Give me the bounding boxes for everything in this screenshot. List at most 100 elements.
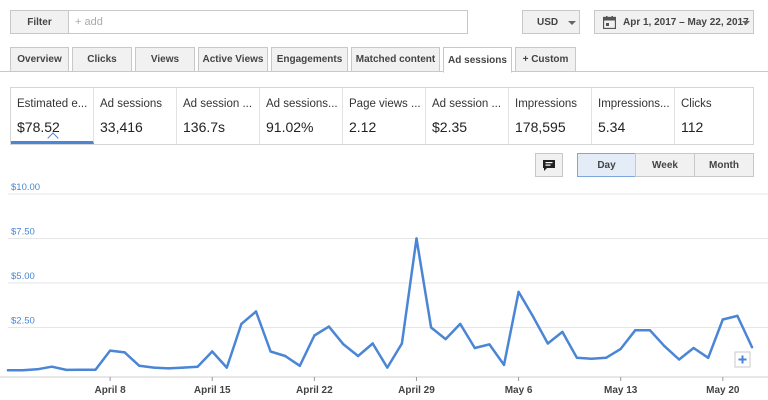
metric-label: Page views ... bbox=[349, 98, 421, 110]
data-point bbox=[386, 366, 389, 369]
metric-value: 112 bbox=[681, 119, 704, 135]
data-point bbox=[721, 318, 724, 321]
data-point bbox=[356, 354, 360, 358]
data-point bbox=[123, 351, 126, 354]
metric-card[interactable]: Estimated e... $78.52 bbox=[11, 88, 94, 144]
tab-views[interactable]: Views bbox=[135, 47, 195, 72]
granularity-label: Month bbox=[709, 159, 739, 171]
data-point bbox=[152, 366, 156, 369]
y-tick-label: $10.00 bbox=[11, 182, 40, 193]
data-point bbox=[94, 368, 97, 371]
tab-engagements[interactable]: Engagements bbox=[271, 47, 348, 72]
data-point bbox=[634, 329, 637, 332]
data-point bbox=[532, 315, 535, 318]
data-point bbox=[459, 322, 462, 326]
tab-ad-sessions[interactable]: Ad sessions bbox=[443, 47, 512, 73]
metric-value: 91.02% bbox=[266, 119, 314, 135]
filter-input[interactable]: + add bbox=[68, 10, 468, 34]
metric-value: 136.7s bbox=[183, 119, 226, 135]
granularity-label: Day bbox=[597, 159, 616, 171]
metric-value: $2.35 bbox=[432, 119, 468, 135]
tab-matched-content[interactable]: Matched content bbox=[351, 47, 440, 72]
data-point bbox=[707, 356, 710, 359]
metric-card[interactable]: Page views ... 2.12 bbox=[343, 88, 426, 144]
data-point bbox=[488, 343, 491, 346]
zoom-button[interactable] bbox=[734, 351, 751, 368]
granularity-month-button[interactable]: Month bbox=[694, 153, 754, 177]
metric-card[interactable]: Ad session ... $2.35 bbox=[426, 88, 509, 144]
tab-clicks[interactable]: Clicks bbox=[72, 47, 132, 72]
granularity-day-button[interactable]: Day bbox=[577, 153, 636, 177]
data-point bbox=[429, 326, 433, 329]
data-point bbox=[473, 346, 476, 350]
metric-card[interactable]: Impressions 178,595 bbox=[509, 88, 592, 144]
tab-label: Engagements bbox=[276, 54, 343, 65]
x-tick-label: April 15 bbox=[194, 385, 231, 396]
tab-active-views[interactable]: Active Views bbox=[198, 47, 268, 72]
metric-card[interactable]: Impressions... 5.34 bbox=[592, 88, 675, 144]
date-range-picker[interactable]: Apr 1, 2017 – May 22, 2017 bbox=[594, 10, 754, 34]
metric-value: 178,595 bbox=[515, 119, 566, 135]
data-point bbox=[196, 365, 199, 368]
y-tick-label: $5.00 bbox=[11, 271, 35, 282]
annotations-button[interactable] bbox=[535, 153, 563, 177]
tab-label: Clicks bbox=[87, 54, 117, 65]
filter-placeholder: + add bbox=[75, 16, 103, 28]
data-point bbox=[677, 358, 681, 361]
metric-label: Ad sessions... bbox=[266, 98, 338, 110]
data-point bbox=[736, 314, 739, 318]
metrics-bar: Estimated e... $78.52 Ad sessions 33,416… bbox=[10, 87, 754, 145]
data-point bbox=[517, 290, 520, 294]
metric-label: Ad session ... bbox=[183, 98, 253, 110]
metric-card[interactable]: Ad sessions 33,416 bbox=[94, 88, 177, 144]
data-point bbox=[50, 365, 53, 368]
calendar-icon bbox=[603, 16, 616, 29]
y-tick-label: $7.50 bbox=[11, 227, 35, 238]
tab-label: + Custom bbox=[522, 54, 569, 65]
metric-value: $78.52 bbox=[17, 119, 60, 135]
granularity-label: Week bbox=[652, 159, 678, 171]
data-point bbox=[108, 349, 112, 352]
metric-label: Ad sessions bbox=[100, 98, 163, 110]
metric-value: 5.34 bbox=[598, 119, 626, 135]
metric-value: 33,416 bbox=[100, 119, 143, 135]
data-point bbox=[502, 363, 506, 367]
data-point bbox=[342, 343, 345, 346]
tab-overview[interactable]: Overview bbox=[10, 47, 69, 72]
data-point bbox=[79, 368, 83, 371]
metric-label: Estimated e... bbox=[17, 98, 88, 110]
data-point bbox=[575, 356, 579, 359]
tab-label: Overview bbox=[17, 54, 62, 65]
data-point bbox=[444, 337, 447, 341]
granularity-week-button[interactable]: Week bbox=[635, 153, 695, 177]
currency-select[interactable]: USD bbox=[522, 10, 580, 34]
filter-label: Filter bbox=[27, 16, 52, 28]
data-point bbox=[167, 367, 170, 370]
data-point bbox=[225, 366, 228, 369]
data-point bbox=[561, 330, 564, 334]
data-point bbox=[269, 350, 272, 353]
data-point bbox=[604, 356, 608, 359]
x-tick-label: May 6 bbox=[505, 385, 533, 396]
data-point bbox=[400, 342, 404, 345]
metric-card[interactable]: Clicks 112 bbox=[675, 88, 753, 144]
filter-button[interactable]: Filter bbox=[10, 10, 68, 34]
x-tick-label: April 29 bbox=[398, 385, 435, 396]
data-point bbox=[181, 366, 185, 369]
y-tick-label: $2.50 bbox=[11, 316, 35, 327]
metric-card[interactable]: Ad session ... 136.7s bbox=[177, 88, 260, 144]
tab-label: Views bbox=[150, 54, 180, 65]
x-tick-label: April 8 bbox=[95, 385, 127, 396]
data-point bbox=[546, 342, 549, 345]
tab-custom[interactable]: + Custom bbox=[515, 47, 576, 72]
metric-card[interactable]: Ad sessions... 91.02% bbox=[260, 88, 343, 144]
data-point bbox=[619, 347, 622, 351]
line-chart: $2.50 $5.00 $7.50 $10.00 April 8 April 15 Apr… bbox=[0, 182, 768, 396]
x-tick-label: May 13 bbox=[604, 385, 638, 396]
data-point bbox=[6, 369, 10, 372]
data-point bbox=[284, 354, 287, 358]
data-point bbox=[415, 237, 418, 240]
data-point bbox=[313, 334, 316, 337]
tab-label: Active Views bbox=[202, 54, 264, 65]
metric-label: Impressions bbox=[515, 98, 577, 110]
